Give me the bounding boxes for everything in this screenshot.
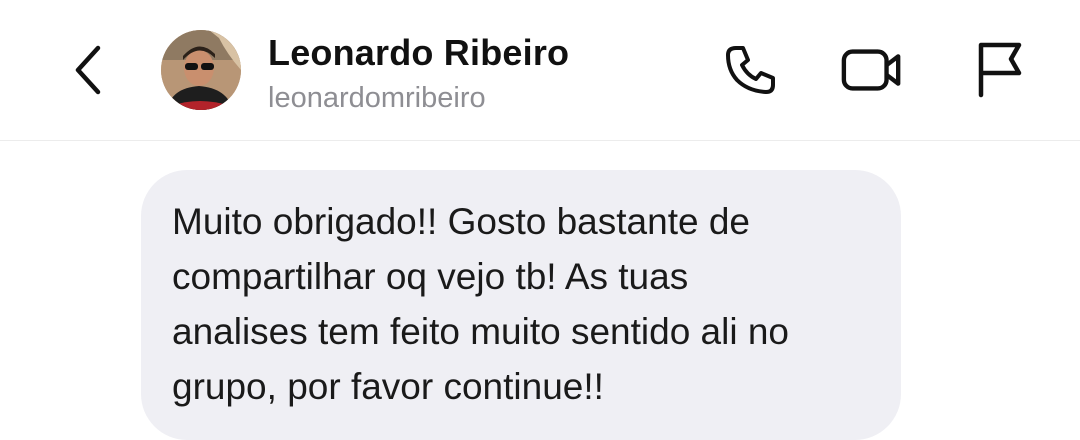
video-camera-icon [841,49,901,91]
back-button[interactable] [58,40,118,100]
report-button[interactable] [966,38,1030,102]
phone-icon [726,46,775,94]
contact-name[interactable]: Leonardo Ribeiro [268,32,569,74]
video-call-button[interactable] [840,38,904,102]
flag-icon [978,42,1022,98]
chevron-left-icon [75,45,101,95]
avatar-photo [161,30,241,110]
avatar[interactable] [161,30,241,110]
call-button[interactable] [718,38,782,102]
chat-header: Leonardo Ribeiro leonardomribeiro [0,0,1080,141]
contact-username[interactable]: leonardomribeiro [268,82,486,115]
message-text: Muito obrigado!! Gosto bastante de compa… [172,201,790,407]
